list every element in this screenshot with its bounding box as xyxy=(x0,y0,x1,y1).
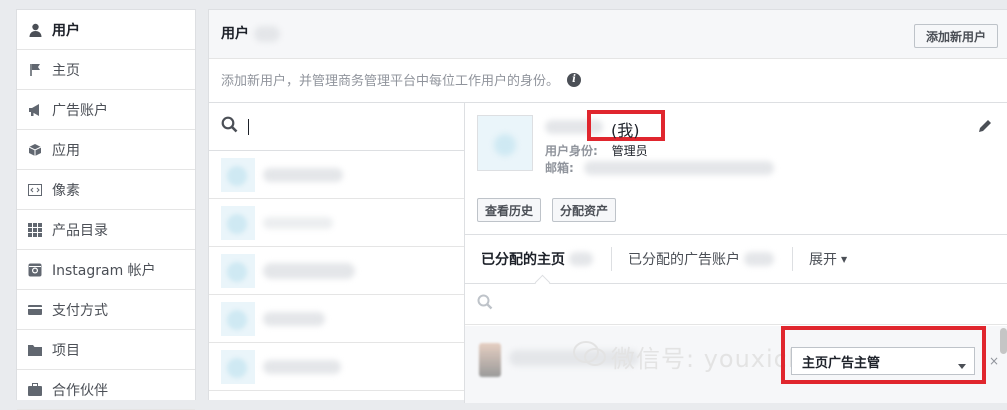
avatar xyxy=(221,157,255,192)
user-search[interactable] xyxy=(209,103,464,151)
cube-icon xyxy=(28,143,42,157)
briefcase-icon xyxy=(28,383,42,397)
tab-assigned-ad-accounts[interactable]: 已分配的广告账户 xyxy=(612,244,792,274)
avatar xyxy=(221,349,255,384)
close-icon[interactable]: × xyxy=(989,354,999,368)
blurred-name xyxy=(263,311,325,326)
view-history-button[interactable]: 查看历史 xyxy=(477,198,542,222)
sidebar-item-label: 合作伙伴 xyxy=(52,382,108,399)
blurred-name xyxy=(263,216,333,229)
list-item[interactable] xyxy=(209,151,464,199)
assign-assets-button[interactable]: 分配资产 xyxy=(552,198,617,222)
sidebar-item-partners[interactable]: 合作伙伴 xyxy=(17,370,195,410)
blurred-count xyxy=(569,252,593,266)
sidebar-item-label: 产品目录 xyxy=(52,222,108,239)
sidebar-item-pages[interactable]: 主页 xyxy=(17,50,195,90)
add-user-button[interactable]: 添加新用户 xyxy=(914,24,998,48)
sidebar-item-label: 主页 xyxy=(52,62,80,79)
asset-thumbnail xyxy=(479,343,501,377)
blurred-name xyxy=(263,167,343,182)
blurred-name xyxy=(263,359,341,374)
user-role: 用户身份: 管理员 xyxy=(545,142,648,159)
role-dropdown[interactable]: 主页广告主管 xyxy=(791,347,975,375)
caret-down-icon: ▼ xyxy=(841,254,848,264)
code-icon xyxy=(28,183,42,197)
info-icon[interactable]: i xyxy=(567,72,582,87)
page-title: 用户 xyxy=(221,23,280,43)
sidebar-item-ad-accounts[interactable]: 广告账户 xyxy=(17,90,195,130)
list-item[interactable] xyxy=(209,343,464,391)
blurred-email xyxy=(583,160,774,175)
role-select-value: 主页广告主管 xyxy=(802,355,881,371)
list-item[interactable] xyxy=(209,199,464,247)
text-cursor xyxy=(248,118,249,135)
panel-header: 用户 添加新用户 xyxy=(209,10,1007,59)
grid-icon xyxy=(28,222,42,237)
folder-icon xyxy=(28,343,42,357)
asset-tabs: 已分配的主页 已分配的广告账户 展开 ▼ xyxy=(465,234,1007,284)
sidebar: 用户 主页 广告账户 应用 像素 产品目录 Instagram 帐户 支付方式 … xyxy=(16,9,196,410)
sidebar-item-label: 项目 xyxy=(52,342,80,359)
blurred-count xyxy=(253,26,280,42)
avatar xyxy=(221,205,255,240)
list-item[interactable] xyxy=(209,295,464,343)
email-label: 邮箱: xyxy=(545,161,574,175)
sidebar-item-catalogs[interactable]: 产品目录 xyxy=(17,210,195,250)
sidebar-item-label: 支付方式 xyxy=(52,302,108,319)
search-icon xyxy=(477,294,493,314)
users-panel: 用户 添加新用户 添加新用户，并管理商务管理平台中每位工作用户的身份。 i (我… xyxy=(208,9,1007,403)
credit-card-icon xyxy=(28,303,42,317)
asset-row: 微信号: youxichaguan 主页广告主管 × xyxy=(465,326,1007,403)
sidebar-item-projects[interactable]: 项目 xyxy=(17,330,195,370)
user-email: 邮箱: xyxy=(545,159,774,176)
role-label: 用户身份: xyxy=(545,144,598,158)
tab-expand[interactable]: 展开 ▼ xyxy=(793,244,865,274)
user-detail: (我) 用户身份: 管理员 邮箱: 查看历史 分配资产 已分配的主页 已分配的广… xyxy=(465,102,1007,403)
search-icon xyxy=(221,116,238,137)
person-icon xyxy=(28,23,42,37)
sidebar-item-label: 广告账户 xyxy=(52,102,108,119)
tab-label: 已分配的广告账户 xyxy=(628,252,740,268)
page-title-text: 用户 xyxy=(221,26,249,42)
sidebar-item-apps[interactable]: 应用 xyxy=(17,130,195,170)
page-description: 添加新用户，并管理商务管理平台中每位工作用户的身份。 i xyxy=(221,70,582,89)
asset-search[interactable] xyxy=(465,283,1007,325)
sidebar-item-pixels[interactable]: 像素 xyxy=(17,170,195,210)
megaphone-icon xyxy=(28,103,42,117)
sidebar-item-label: 应用 xyxy=(52,142,80,159)
sidebar-item-payment[interactable]: 支付方式 xyxy=(17,290,195,330)
tab-label: 已分配的主页 xyxy=(481,252,565,268)
instagram-icon xyxy=(28,263,42,277)
sidebar-item-label: Instagram 帐户 xyxy=(52,262,156,279)
scrollbar[interactable] xyxy=(1000,328,1007,354)
me-label: (我) xyxy=(611,121,640,140)
wechat-icon xyxy=(573,340,607,374)
sidebar-item-label: 用户 xyxy=(52,22,80,39)
flag-icon xyxy=(28,63,42,77)
avatar xyxy=(221,253,255,288)
avatar xyxy=(477,115,533,171)
pencil-icon[interactable] xyxy=(978,119,992,137)
sidebar-item-users[interactable]: 用户 xyxy=(17,10,195,50)
sidebar-item-instagram[interactable]: Instagram 帐户 xyxy=(17,250,195,290)
tab-assigned-pages[interactable]: 已分配的主页 xyxy=(465,244,611,274)
user-list xyxy=(209,102,465,403)
list-item[interactable] xyxy=(209,247,464,295)
caret-down-icon xyxy=(958,358,966,373)
blurred-count xyxy=(744,252,774,266)
description-text: 添加新用户，并管理商务管理平台中每位工作用户的身份。 xyxy=(221,74,560,89)
blurred-name xyxy=(263,262,355,279)
role-value: 管理员 xyxy=(611,144,648,158)
tab-label: 展开 xyxy=(809,252,837,268)
sidebar-item-label: 像素 xyxy=(52,182,80,199)
avatar xyxy=(221,301,255,336)
